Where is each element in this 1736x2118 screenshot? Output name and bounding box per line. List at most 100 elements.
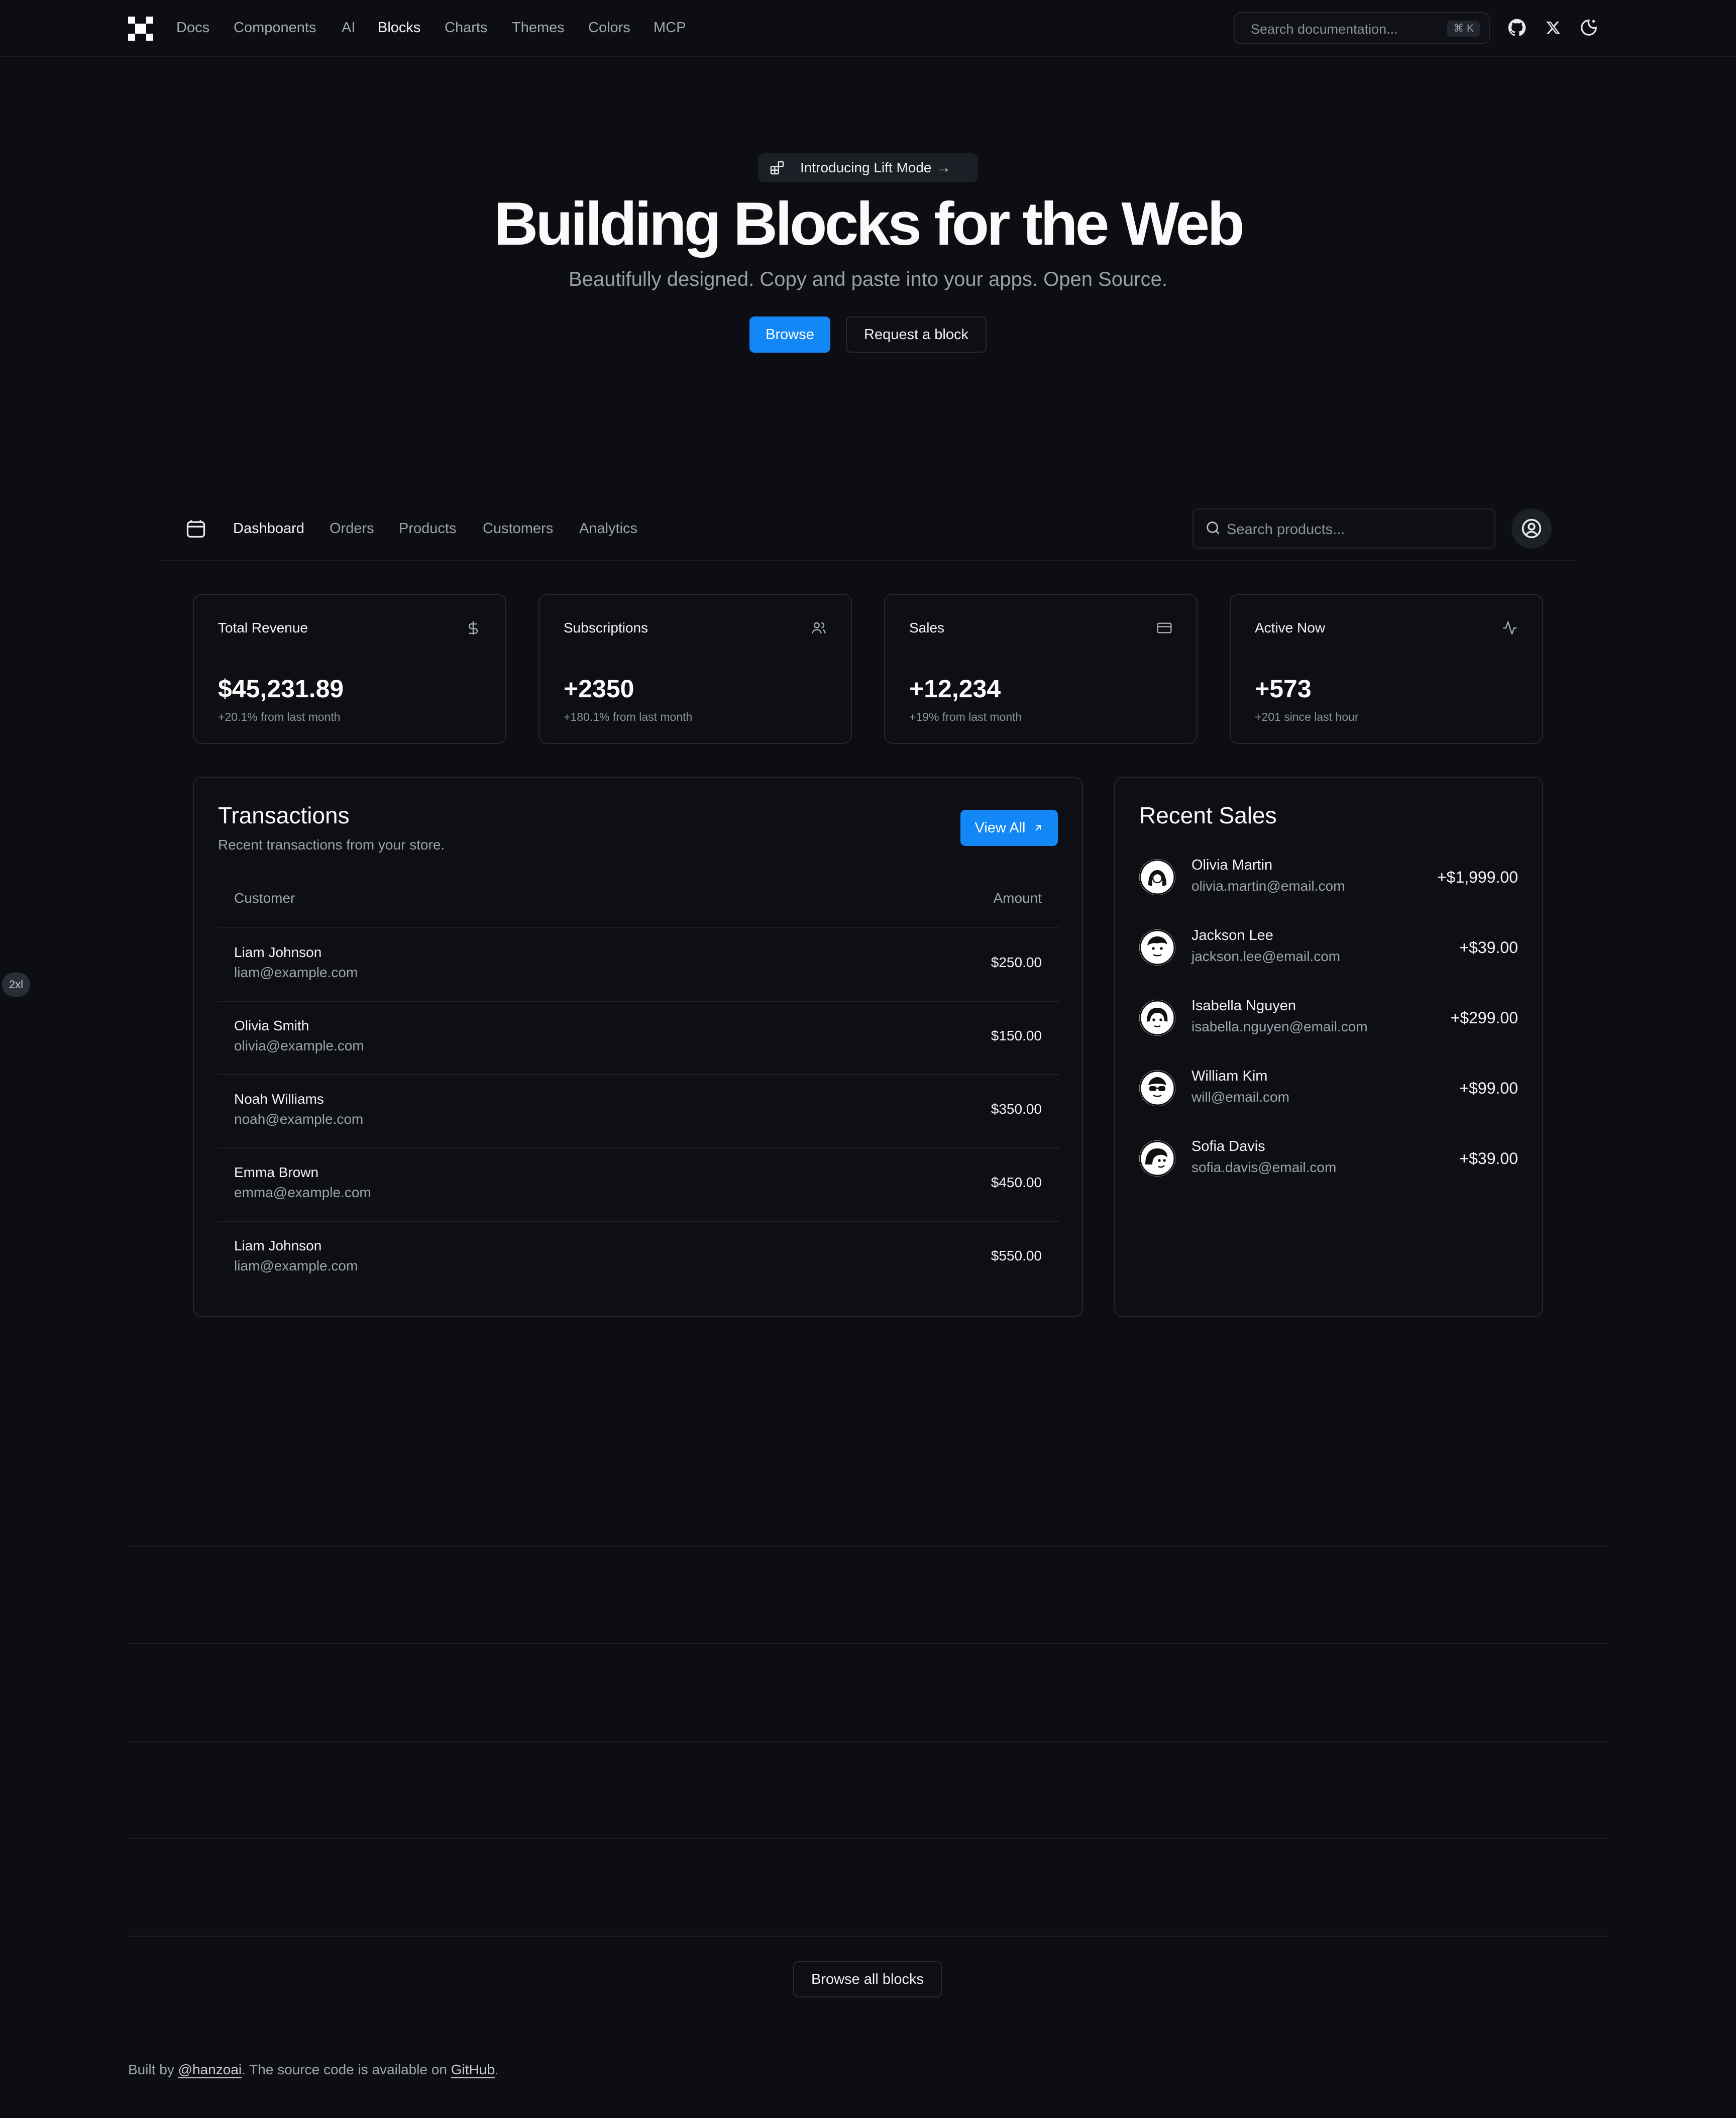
top-navigation: Docs Components AI Blocks Charts Themes …: [0, 0, 1736, 57]
sale-amount: +$39.00: [1459, 1149, 1518, 1168]
footer-github-link[interactable]: GitHub: [451, 2062, 495, 2077]
announcement-pill[interactable]: Introducing Lift Mode →: [758, 153, 978, 182]
stat-note: +20.1% from last month: [218, 710, 341, 723]
transactions-title: Transactions: [218, 802, 350, 828]
recent-sales-card: Recent Sales Olivia Martin olivia.martin…: [1114, 777, 1543, 1317]
view-all-label: View All: [974, 819, 1026, 836]
table-divider: [218, 1074, 1060, 1075]
sale-customer-name: William Kim: [1191, 1068, 1268, 1084]
store-icon[interactable]: [185, 517, 207, 540]
transactions-card: Transactions Recent transactions from yo…: [193, 777, 1083, 1317]
table-divider: [218, 1147, 1060, 1148]
transaction-amount: $450.00: [991, 1175, 1042, 1190]
github-icon[interactable]: [1506, 17, 1528, 39]
nav-link-charts[interactable]: Charts: [445, 19, 487, 36]
nav-link-docs[interactable]: Docs: [176, 19, 209, 36]
dollar-icon: [468, 621, 478, 635]
table-divider: [218, 1001, 1060, 1002]
transaction-customer-email: emma@example.com: [234, 1185, 371, 1200]
dash-tab-dashboard[interactable]: Dashboard: [233, 519, 304, 538]
nav-link-mcp[interactable]: MCP: [654, 19, 686, 36]
user-menu-button[interactable]: [1511, 508, 1552, 549]
section-divider: [128, 1643, 1608, 1644]
nav-link-components[interactable]: Components: [234, 19, 316, 36]
blocks-icon: [770, 161, 784, 175]
nav-link-themes[interactable]: Themes: [512, 19, 565, 36]
transaction-customer-email: olivia@example.com: [234, 1038, 364, 1053]
transaction-customer-name: Liam Johnson: [234, 1238, 322, 1253]
nav-link-ai[interactable]: AI: [342, 19, 355, 36]
footer-author-link[interactable]: @hanzoai: [178, 2062, 242, 2077]
activity-icon: [1503, 621, 1517, 635]
transactions-description: Recent transactions from your store.: [218, 837, 445, 853]
docs-search-input[interactable]: Search documentation... ⌘ K: [1234, 12, 1490, 44]
table-divider: [218, 927, 1060, 928]
page-subtitle: Beautifully designed. Copy and paste int…: [569, 268, 1167, 290]
sale-customer-email: sofia.davis@email.com: [1191, 1159, 1337, 1175]
dash-tab-products[interactable]: Products: [399, 519, 456, 538]
browse-all-blocks-button[interactable]: Browse all blocks: [793, 1961, 942, 1997]
column-header-customer: Customer: [234, 890, 295, 906]
arrow-up-right-icon: [1035, 825, 1041, 831]
transaction-amount: $250.00: [991, 955, 1042, 970]
transaction-customer-email: liam@example.com: [234, 1258, 358, 1274]
footer-suffix: .: [494, 2062, 499, 2077]
docs-search-placeholder: Search documentation...: [1251, 22, 1398, 37]
sale-customer-email: will@email.com: [1191, 1089, 1289, 1105]
nav-link-colors[interactable]: Colors: [588, 19, 630, 36]
avatar: [1139, 1000, 1175, 1036]
page-title: Building Blocks for the Web: [494, 189, 1244, 258]
stat-value: $45,231.89: [218, 675, 344, 703]
stat-card-sales: Sales +12,234 +19% from last month: [884, 594, 1198, 744]
theme-toggle-icon[interactable]: [1578, 17, 1600, 39]
footer-text: Built by @hanzoai. The source code is av…: [128, 2062, 499, 2078]
arrow-right-icon: →: [936, 160, 951, 175]
dash-tab-orders[interactable]: Orders: [330, 519, 374, 538]
transaction-customer-email: liam@example.com: [234, 965, 358, 980]
transaction-customer-name: Liam Johnson: [234, 944, 322, 960]
stat-title: Subscriptions: [564, 620, 648, 636]
stat-card-revenue: Total Revenue $45,231.89 +20.1% from las…: [193, 594, 506, 744]
stat-value: +573: [1255, 675, 1312, 703]
sale-amount: +$299.00: [1450, 1009, 1518, 1027]
avatar: [1139, 1070, 1175, 1106]
sale-customer-name: Sofia Davis: [1191, 1138, 1265, 1154]
stat-title: Active Now: [1255, 620, 1326, 636]
transaction-customer-email: noah@example.com: [234, 1111, 364, 1127]
table-divider: [218, 1221, 1060, 1222]
sale-customer-name: Jackson Lee: [1191, 927, 1273, 943]
stat-title: Total Revenue: [218, 620, 308, 636]
sale-amount: +$39.00: [1459, 938, 1518, 957]
announcement-text: Introducing Lift Mode: [800, 160, 932, 175]
sale-customer-email: isabella.nguyen@email.com: [1191, 1019, 1368, 1034]
user-circle-icon: [1522, 518, 1542, 539]
product-search-input[interactable]: Search products...: [1192, 508, 1495, 549]
transaction-amount: $150.00: [991, 1028, 1042, 1043]
dashboard-nav-divider: [161, 560, 1575, 561]
avatar: [1139, 929, 1175, 966]
users-icon: [812, 622, 826, 633]
section-divider: [128, 1741, 1608, 1742]
transaction-amount: $550.00: [991, 1248, 1042, 1263]
stat-card-subscriptions: Subscriptions +2350 +180.1% from last mo…: [538, 594, 852, 744]
dash-tab-customers[interactable]: Customers: [483, 519, 553, 538]
logo-icon[interactable]: [128, 17, 153, 41]
sale-customer-email: jackson.lee@email.com: [1191, 948, 1341, 964]
stat-value: +12,234: [909, 675, 1001, 703]
recent-sales-title: Recent Sales: [1139, 802, 1277, 828]
footer-middle: . The source code is available on: [242, 2062, 451, 2077]
view-all-button[interactable]: View All: [960, 810, 1058, 846]
sale-customer-email: olivia.martin@email.com: [1191, 878, 1345, 894]
stat-note: +201 since last hour: [1255, 710, 1359, 723]
transaction-customer-name: Olivia Smith: [234, 1018, 309, 1033]
section-divider: [128, 1546, 1608, 1547]
nav-link-blocks[interactable]: Blocks: [378, 19, 420, 36]
request-block-button[interactable]: Request a block: [846, 316, 987, 353]
browse-button[interactable]: Browse: [749, 316, 830, 353]
transaction-amount: $350.00: [991, 1101, 1042, 1117]
dash-tab-analytics[interactable]: Analytics: [579, 519, 637, 538]
column-header-amount: Amount: [993, 890, 1042, 906]
footer-prefix: Built by: [128, 2062, 178, 2077]
x-icon[interactable]: [1542, 17, 1564, 39]
transaction-customer-name: Emma Brown: [234, 1164, 319, 1180]
